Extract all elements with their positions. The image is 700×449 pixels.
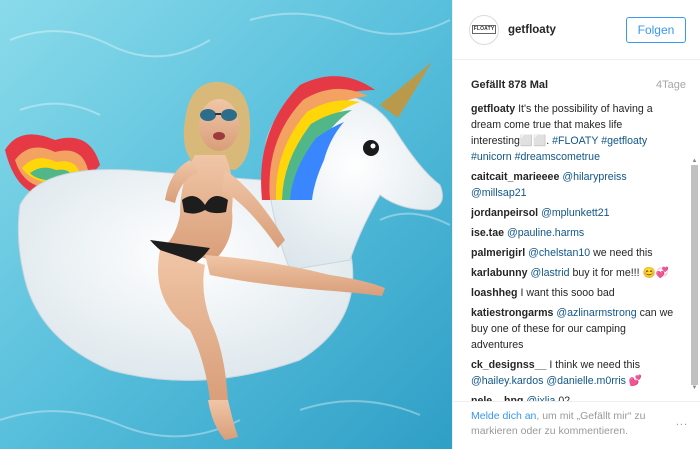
comment-item: nele__hng @jxlia 02 xyxy=(471,393,676,401)
hashtag-link[interactable]: #FLOATY xyxy=(552,135,598,147)
comment-username-link[interactable]: ck_designss__ xyxy=(471,359,546,371)
likes-row: Gefällt 878 Mal 4Tage xyxy=(453,60,700,96)
mention-link[interactable]: @lastrid xyxy=(530,267,569,279)
comment-text: I think we need this xyxy=(546,359,641,371)
comment-text: buy it for me!!! 😊💞 xyxy=(569,267,669,279)
hashtag-link[interactable]: #unicorn xyxy=(471,151,512,163)
comment-username-link[interactable]: katiestrongarms xyxy=(471,307,553,319)
comment-username-link[interactable]: palmerigirl xyxy=(471,247,525,259)
username-link[interactable]: getfloaty xyxy=(508,24,556,36)
hashtag-link[interactable]: #dreamscometrue xyxy=(515,151,600,163)
comment-username-link[interactable]: ise.tae xyxy=(471,227,504,239)
comment-username-link[interactable]: getfloaty xyxy=(471,103,515,115)
follow-button[interactable]: Folgen xyxy=(626,16,686,43)
post-footer: Melde dich an, um mit „Gefällt mir“ zu m… xyxy=(453,401,700,449)
likes-count[interactable]: Gefällt 878 Mal xyxy=(471,79,548,91)
mention-link[interactable]: @pauline.harms xyxy=(507,227,584,239)
comment-text: 💕 xyxy=(625,375,643,387)
login-prompt: Melde dich an, um mit „Gefällt mir“ zu m… xyxy=(471,409,671,439)
comments-scrollbar[interactable]: ▲ ▼ xyxy=(691,158,698,400)
unicorn-eye xyxy=(363,140,379,156)
avatar-logo-text: FLOATY xyxy=(471,25,497,34)
mention-link[interactable]: @millsap21 xyxy=(471,187,527,199)
more-options-button[interactable]: ... xyxy=(676,416,688,428)
comment-item: katiestrongarms @azlinarmstrong can we b… xyxy=(471,305,676,353)
comment-item: palmerigirl @chelstan10 we need this xyxy=(471,245,676,261)
mention-link[interactable]: @chelstan10 xyxy=(528,247,590,259)
mention-link[interactable]: @hilarypreiss xyxy=(562,171,626,183)
comment-username-link[interactable]: caitcait_marieeee xyxy=(471,171,559,183)
scroll-thumb[interactable] xyxy=(691,165,698,385)
comment-item: caitcait_marieeee @hilarypreiss @millsap… xyxy=(471,169,676,201)
avatar[interactable]: FLOATY xyxy=(469,14,499,45)
comment-username-link[interactable]: karlabunny xyxy=(471,267,528,279)
instagram-post-window: FLOATY getfloaty Folgen Gefällt 878 Mal … xyxy=(0,0,700,449)
scroll-down-arrow-icon[interactable]: ▼ xyxy=(691,385,698,392)
comments-list[interactable]: getfloaty It's the possibility of having… xyxy=(471,101,686,401)
comment-username-link[interactable]: loashheg xyxy=(471,287,518,299)
post-header: FLOATY getfloaty Folgen xyxy=(453,0,700,60)
post-photo[interactable] xyxy=(0,0,452,449)
login-link[interactable]: Melde dich an xyxy=(471,410,536,422)
post-age[interactable]: 4Tage xyxy=(656,79,686,91)
comment-item: ck_designss__ I think we need this @hail… xyxy=(471,357,676,389)
comment-item: jordanpeirsol @mplunkett21 xyxy=(471,205,676,221)
scroll-up-arrow-icon[interactable]: ▲ xyxy=(691,158,698,165)
comment-text: I want this sooo bad xyxy=(517,287,615,299)
unicorn-float-photo xyxy=(0,0,452,449)
comment-item: ise.tae @pauline.harms xyxy=(471,225,676,241)
mention-link[interactable]: @mplunkett21 xyxy=(541,207,609,219)
mention-link[interactable]: @azlinarmstrong xyxy=(556,307,636,319)
post-sidebar: FLOATY getfloaty Folgen Gefällt 878 Mal … xyxy=(452,0,700,449)
comment-item: getfloaty It's the possibility of having… xyxy=(471,101,676,165)
mention-link[interactable]: @hailey.kardos xyxy=(471,375,543,387)
comment-text: we need this xyxy=(590,247,653,259)
comment-item: loashheg I want this sooo bad xyxy=(471,285,676,301)
mention-link[interactable]: @danielle.m0rris xyxy=(546,375,626,387)
comment-username-link[interactable]: jordanpeirsol xyxy=(471,207,538,219)
comment-item: karlabunny @lastrid buy it for me!!! 😊💞 xyxy=(471,265,676,281)
scroll-track[interactable] xyxy=(691,165,698,385)
hashtag-link[interactable]: #getfloaty xyxy=(601,135,647,147)
